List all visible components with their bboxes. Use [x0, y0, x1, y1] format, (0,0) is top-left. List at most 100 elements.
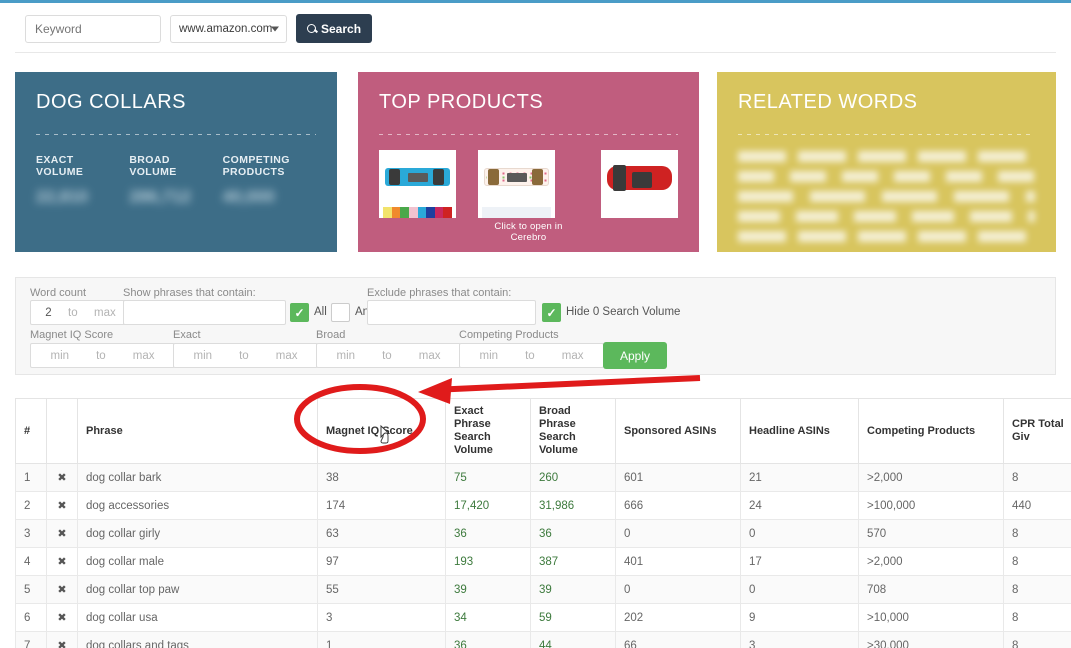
show-all-checkbox[interactable]: ✓ [290, 303, 309, 322]
keyword-input[interactable] [25, 15, 161, 43]
keyword-results-table: # Phrase Magnet IQ Score Exact Phrase Se… [15, 398, 1071, 648]
cerebro-link-caption: Click to open in Cerebro [478, 221, 579, 243]
search-button-label: Search [321, 22, 361, 36]
cell-cpr: 8 [1004, 464, 1071, 492]
related-words-card[interactable]: RELATED WORDS [717, 72, 1056, 252]
apply-button[interactable]: Apply [603, 342, 667, 369]
cell-magnet-iq: 55 [318, 576, 446, 604]
cell-phrase: dog accessories [78, 492, 318, 520]
stat-label-line1: BROAD [129, 154, 222, 166]
range-max[interactable]: max [419, 350, 441, 362]
broad-range[interactable]: min to max [316, 343, 461, 368]
product-image-floral-collar[interactable] [478, 150, 555, 218]
cell-competing-products: 570 [859, 520, 1004, 548]
marketplace-select[interactable]: www.amazon.com [170, 15, 287, 43]
range-to-label: to [68, 307, 78, 319]
show-phrases-input[interactable] [123, 300, 286, 325]
magnet-keyword-research-page: www.amazon.com Search DOG COLLARS EXACT … [0, 0, 1071, 648]
column-header-phrase[interactable]: Phrase [78, 399, 318, 464]
column-header-sponsored-asins[interactable]: Sponsored ASINs [616, 399, 741, 464]
cell-sponsored-asins: 66 [616, 632, 741, 648]
header-line2: Search Volume [539, 431, 578, 456]
cell-broad-volume: 31,986 [531, 492, 616, 520]
word-count-min[interactable]: 2 [45, 307, 51, 319]
card-divider [738, 134, 1035, 135]
cell-competing-products: 708 [859, 576, 1004, 604]
word-count-max[interactable]: max [94, 307, 116, 319]
range-max[interactable]: max [133, 350, 155, 362]
column-header-index[interactable]: # [16, 399, 47, 464]
table-body: 1 ✖ dog collar bark 38 75 260 601 21 >2,… [16, 464, 1071, 648]
broad-filter-label: Broad [316, 329, 345, 341]
cell-headline-asins: 17 [741, 548, 859, 576]
table-row[interactable]: 1 ✖ dog collar bark 38 75 260 601 21 >2,… [16, 464, 1071, 492]
top-products-card[interactable]: TOP PRODUCTS [358, 72, 699, 252]
cell-broad-volume: 36 [531, 520, 616, 548]
stat-label-line2: PRODUCTS [223, 166, 316, 178]
table-row[interactable]: 6 ✖ dog collar usa 3 34 59 202 9 >10,000… [16, 604, 1071, 632]
hide-zero-volume-checkbox[interactable]: ✓ [542, 303, 561, 322]
product-image-blue-collar[interactable] [379, 150, 456, 218]
cell-index: 3 [16, 520, 47, 548]
cell-index: 6 [16, 604, 47, 632]
cell-phrase: dog collar male [78, 548, 318, 576]
table-row[interactable]: 5 ✖ dog collar top paw 55 39 39 0 0 708 … [16, 576, 1071, 604]
header-line1: Exact Phrase [454, 405, 491, 430]
word-count-range[interactable]: 2 to max [30, 300, 131, 325]
column-header-headline-asins[interactable]: Headline ASINs [741, 399, 859, 464]
cell-magnet-iq: 38 [318, 464, 446, 492]
top-products-title: TOP PRODUCTS [379, 91, 678, 114]
keyword-stats: EXACT VOLUME 22,810 BROAD VOLUME 286,712… [36, 154, 316, 207]
search-button[interactable]: Search [296, 14, 372, 43]
remove-row-icon[interactable]: ✖ [47, 548, 78, 576]
column-header-broad-phrase-search-volume[interactable]: Broad Phrase Search Volume [531, 399, 616, 464]
cell-exact-volume: 36 [446, 632, 531, 648]
cell-broad-volume: 260 [531, 464, 616, 492]
range-min[interactable]: min [51, 350, 70, 362]
stat-exact-volume: EXACT VOLUME 22,810 [36, 154, 129, 207]
exclude-phrases-input[interactable] [367, 300, 536, 325]
cell-index: 4 [16, 548, 47, 576]
column-header-exact-phrase-search-volume[interactable]: Exact Phrase Search Volume [446, 399, 531, 464]
remove-row-icon[interactable]: ✖ [47, 576, 78, 604]
range-min[interactable]: min [480, 350, 499, 362]
product-image-red-collar[interactable] [601, 150, 678, 218]
remove-row-icon[interactable]: ✖ [47, 464, 78, 492]
stat-value: 22,810 [36, 187, 129, 207]
magnet-iq-range[interactable]: min to max [30, 343, 175, 368]
column-header-cpr-total-giveaways[interactable]: CPR Total Giv [1004, 399, 1071, 464]
cell-index: 7 [16, 632, 47, 648]
card-divider [36, 134, 316, 135]
cell-broad-volume: 39 [531, 576, 616, 604]
cell-sponsored-asins: 0 [616, 520, 741, 548]
cell-headline-asins: 0 [741, 576, 859, 604]
remove-row-icon[interactable]: ✖ [47, 520, 78, 548]
table-row[interactable]: 2 ✖ dog accessories 174 17,420 31,986 66… [16, 492, 1071, 520]
column-header-competing-products[interactable]: Competing Products [859, 399, 1004, 464]
cell-cpr: 8 [1004, 520, 1071, 548]
check-icon: ✓ [294, 306, 304, 320]
exact-filter-label: Exact [173, 329, 201, 341]
exact-range[interactable]: min to max [173, 343, 318, 368]
search-icon [307, 24, 316, 33]
table-row[interactable]: 7 ✖ dog collars and tags 1 36 44 66 3 >3… [16, 632, 1071, 648]
competing-products-range[interactable]: min to max [459, 343, 604, 368]
keyword-card-title: DOG COLLARS [36, 91, 316, 114]
range-max[interactable]: max [562, 350, 584, 362]
cell-headline-asins: 0 [741, 520, 859, 548]
range-min[interactable]: min [337, 350, 356, 362]
mouse-cursor-icon [375, 424, 395, 448]
range-max[interactable]: max [276, 350, 298, 362]
remove-row-icon[interactable]: ✖ [47, 632, 78, 648]
remove-row-icon[interactable]: ✖ [47, 604, 78, 632]
range-to-label: to [239, 350, 249, 362]
remove-row-icon[interactable]: ✖ [47, 492, 78, 520]
range-min[interactable]: min [194, 350, 213, 362]
cell-competing-products: >2,000 [859, 464, 1004, 492]
cell-magnet-iq: 63 [318, 520, 446, 548]
exclude-phrases-label: Exclude phrases that contain: [367, 287, 511, 299]
table-row[interactable]: 4 ✖ dog collar male 97 193 387 401 17 >2… [16, 548, 1071, 576]
table-row[interactable]: 3 ✖ dog collar girly 63 36 36 0 0 570 8 [16, 520, 1071, 548]
show-any-checkbox[interactable] [331, 303, 350, 322]
all-label: All [314, 306, 327, 318]
